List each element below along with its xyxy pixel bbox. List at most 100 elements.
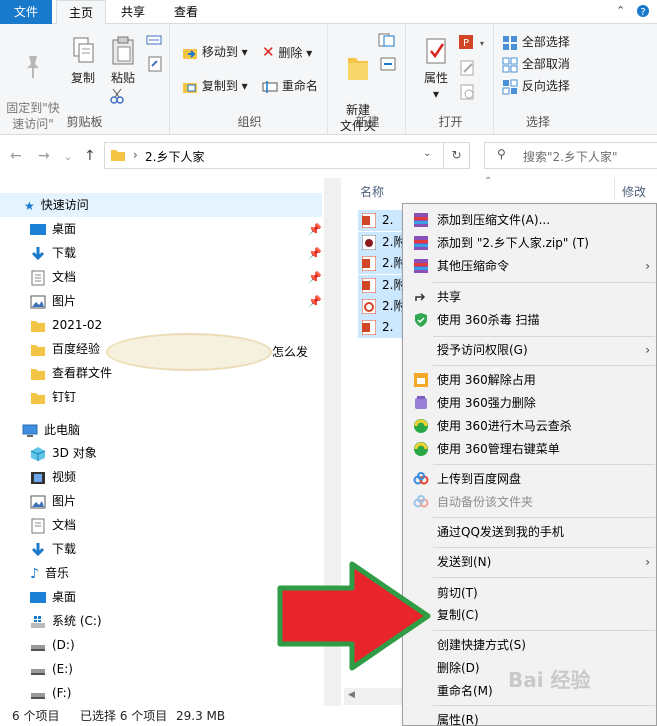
- folder-icon: [111, 150, 125, 161]
- sidebar-item-desktop-pc[interactable]: 桌面: [30, 585, 76, 609]
- chevron-up-icon[interactable]: ⌃: [616, 4, 625, 17]
- back-arrow-icon[interactable]: ←: [10, 148, 22, 164]
- menu-item-send-to[interactable]: 发送到(N) ›: [403, 551, 656, 573]
- menu-item-add-zip[interactable]: 添加到 "2.乡下人家.zip" (T): [403, 232, 656, 254]
- search-box[interactable]: ⚲ 搜索"2.乡下人家": [484, 142, 657, 169]
- column-divider: [614, 178, 615, 200]
- sidebar-item-3d-objects[interactable]: 3D 对象: [30, 441, 97, 465]
- open-group: 属性 ▾ P ▾ 打开: [408, 24, 494, 134]
- pin-icon[interactable]: 📌: [308, 295, 322, 308]
- sidebar-item-downloads-pc[interactable]: 下载: [30, 537, 76, 561]
- sidebar-item-pictures[interactable]: 图片: [30, 289, 76, 313]
- move-to-icon: [183, 48, 197, 59]
- red-arrow-annotation: [277, 561, 431, 671]
- new-group: 新建 文件夹 新建: [330, 24, 406, 134]
- sidebar-item-group-files[interactable]: 查看群文件: [30, 361, 112, 385]
- sidebar-item-downloads[interactable]: 下载: [30, 241, 76, 265]
- sidebar-item-music[interactable]: ♪ 音乐: [30, 561, 69, 585]
- tab-file[interactable]: 文件: [0, 0, 52, 24]
- highlight-ellipse: [106, 333, 272, 371]
- easy-access-icon[interactable]: [380, 56, 400, 75]
- tab-home[interactable]: 主页: [56, 0, 106, 25]
- menu-item-scan360[interactable]: 使用 360杀毒 扫描: [403, 309, 656, 331]
- menu-item-create-shortcut[interactable]: 创建快捷方式(S): [403, 634, 656, 656]
- select-none-button[interactable]: 全部取消: [502, 54, 570, 74]
- invert-selection-icon: [502, 79, 518, 94]
- pin-icon[interactable]: 📌: [308, 223, 322, 236]
- table-row[interactable]: 2.附: [358, 253, 408, 274]
- select-all-button[interactable]: 全部选择: [502, 32, 570, 52]
- copy-to-button[interactable]: 复制到 ▾: [182, 76, 248, 96]
- cloud-icon: [413, 472, 429, 485]
- paste-shortcut-icon[interactable]: [148, 56, 162, 75]
- table-row[interactable]: 2.附: [358, 296, 408, 317]
- sidebar-item-baidu[interactable]: 百度经验: [30, 337, 100, 361]
- scroll-left-icon[interactable]: ◀: [348, 690, 355, 700]
- history-icon[interactable]: [460, 84, 476, 103]
- sidebar-item-drive-f[interactable]: (F:): [30, 681, 71, 705]
- menu-separator: [433, 365, 655, 366]
- sidebar-item-drive-c[interactable]: 系统 (C:): [30, 609, 102, 633]
- menu-item-copy[interactable]: 复制(C): [403, 604, 656, 626]
- address-path[interactable]: 2.乡下人家: [145, 148, 204, 165]
- powerpoint-open-icon[interactable]: P ▾: [458, 34, 486, 53]
- select-none-icon: [502, 57, 518, 72]
- edit-icon[interactable]: [460, 60, 476, 79]
- menu-item-manage-menu[interactable]: 使用 360管理右键菜单: [403, 438, 656, 460]
- address-bar[interactable]: › 2.乡下人家 ⌄ ↻: [104, 142, 470, 169]
- sidebar-item-documents[interactable]: 文档: [30, 265, 76, 289]
- refresh-icon[interactable]: ↻: [443, 143, 469, 168]
- up-arrow-icon[interactable]: ↑: [84, 148, 96, 164]
- tab-share[interactable]: 共享: [110, 0, 156, 24]
- delete-button[interactable]: ✕ 删除 ▾: [262, 42, 312, 62]
- column-header-name[interactable]: 名称: [360, 183, 384, 200]
- sidebar-item-desktop[interactable]: 桌面: [30, 217, 76, 241]
- sidebar-item-quick-access[interactable]: ★ 快速访问: [0, 193, 322, 217]
- new-item-icon[interactable]: [378, 32, 400, 51]
- menu-item-grant-access[interactable]: 授予访问权限(G) ›: [403, 339, 656, 361]
- table-row[interactable]: 2. 乡: [358, 210, 408, 248]
- properties-button[interactable]: 属性 ▾: [416, 36, 456, 102]
- move-to-button[interactable]: 移动到 ▾: [182, 42, 248, 62]
- table-row[interactable]: 2.附: [358, 232, 408, 253]
- sidebar-item-2021-02[interactable]: 2021-02: [30, 313, 102, 337]
- sidebar-item-documents-pc[interactable]: 文档: [30, 513, 76, 537]
- menu-item-unlock360[interactable]: 使用 360解除占用: [403, 369, 656, 391]
- pin-icon[interactable]: 📌: [308, 271, 322, 284]
- table-row[interactable]: 2.附: [358, 275, 408, 296]
- menu-item-upload-baidu[interactable]: 上传到百度网盘: [403, 468, 656, 490]
- copy-button[interactable]: 复制: [66, 36, 100, 86]
- horizontal-scrollbar[interactable]: ◀: [344, 688, 404, 705]
- help-icon[interactable]: ?: [636, 4, 650, 21]
- sidebar-item-videos[interactable]: 视频: [30, 465, 76, 489]
- menu-item-force-delete[interactable]: 使用 360强力删除: [403, 392, 656, 414]
- menu-item-other-compress[interactable]: 其他压缩命令 ›: [403, 255, 656, 277]
- forward-arrow-icon[interactable]: →: [38, 148, 50, 164]
- pin-icon[interactable]: 📌: [308, 247, 322, 260]
- paste-icon: [112, 36, 134, 65]
- sidebar-item-drive-d[interactable]: (D:): [30, 633, 75, 657]
- recent-locations-chevron-icon[interactable]: ⌄: [64, 152, 72, 163]
- address-dropdown-icon[interactable]: ⌄: [423, 148, 431, 159]
- menu-item-auto-backup[interactable]: 自动备份该文件夹: [403, 491, 656, 513]
- shield-icon: [415, 313, 427, 327]
- scissors-icon[interactable]: [110, 88, 124, 107]
- tab-view[interactable]: 查看: [162, 0, 210, 24]
- sidebar-item-dingding[interactable]: 钉钉: [30, 385, 76, 409]
- menu-item-trojan-scan[interactable]: 使用 360进行木马云查杀: [403, 415, 656, 437]
- menu-item-send-qq[interactable]: 通过QQ发送到我的手机: [403, 521, 656, 543]
- menu-item-share[interactable]: 共享: [403, 286, 656, 308]
- rename-button[interactable]: 重命名: [262, 76, 318, 96]
- menu-item-add-archive[interactable]: 添加到压缩文件(A)...: [403, 209, 656, 231]
- menu-item-cut[interactable]: 剪切(T): [403, 582, 656, 604]
- invert-selection-button[interactable]: 反向选择: [502, 76, 570, 96]
- sidebar-item-drive-e[interactable]: (E:): [30, 657, 73, 681]
- sidebar-item-this-pc[interactable]: 此电脑: [22, 418, 80, 442]
- menu-item-properties[interactable]: 属性(R): [403, 709, 656, 726]
- table-row[interactable]: 2.: [358, 317, 408, 338]
- cloud-icon: [413, 495, 429, 508]
- paste-button[interactable]: 粘贴: [106, 36, 140, 86]
- sidebar-item-pictures-pc[interactable]: 图片: [30, 489, 76, 513]
- menu-separator: [433, 517, 655, 518]
- cut-path-icon[interactable]: [146, 34, 162, 49]
